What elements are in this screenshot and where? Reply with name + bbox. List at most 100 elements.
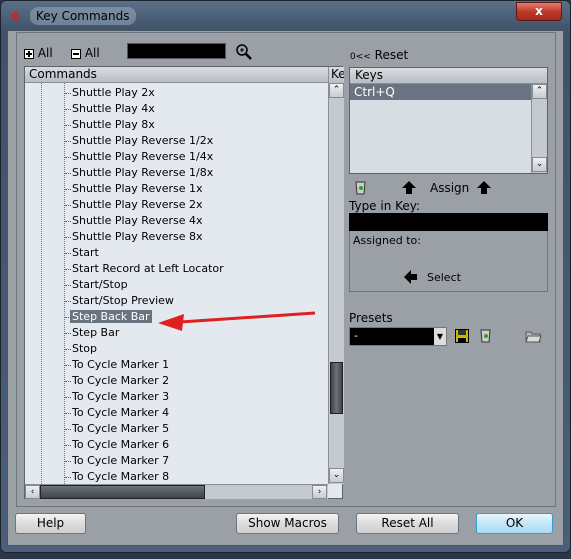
commands-tree[interactable]: Commands Key Shuttle Play 2x Shuttle Play… [24, 66, 344, 499]
list-item[interactable]: Start Record at Left Locator [65, 261, 224, 277]
horizontal-scrollbar[interactable]: ‹ › [25, 484, 328, 499]
list-item-label: Shuttle Play Reverse 1/4x [72, 150, 214, 163]
presets-label: Presets [349, 311, 393, 325]
scroll-left-button[interactable]: ‹ [25, 485, 40, 499]
list-item-label: Start/Stop [72, 278, 128, 291]
assigned-to-label: Assigned to: [353, 234, 421, 247]
trash-icon[interactable] [354, 180, 367, 195]
list-item[interactable]: To Cycle Marker 3 [64, 389, 170, 405]
help-button[interactable]: Help [15, 513, 86, 534]
close-button[interactable]: x [516, 2, 562, 21]
list-item[interactable]: Shuttle Play Reverse 2x [65, 197, 203, 213]
keys-scroll-down[interactable]: ⌄ [532, 157, 547, 172]
list-item[interactable]: To Cycle Marker 7 [64, 453, 170, 469]
key-item[interactable]: Ctrl+Q [350, 84, 531, 100]
list-item-label: To Cycle Marker 5 [72, 422, 170, 435]
list-item[interactable]: To Cycle Marker 8 [64, 469, 170, 485]
show-macros-button[interactable]: Show Macros [236, 513, 339, 534]
list-item-label: Shuttle Play 4x [72, 102, 155, 115]
minus-icon [71, 48, 81, 59]
scroll-down-button[interactable]: ⌄ [329, 468, 344, 483]
keys-header: Keys [350, 68, 547, 84]
ok-button[interactable]: OK [476, 513, 553, 534]
reset-button[interactable]: 0<< Reset [350, 48, 408, 62]
list-item-label: Shuttle Play 8x [72, 118, 155, 131]
list-item[interactable]: To Cycle Marker 2 [64, 373, 170, 389]
list-item[interactable]: Start/Stop [65, 277, 128, 293]
vertical-scroll-thumb[interactable] [330, 362, 343, 414]
keys-scrollbar[interactable]: ⌃ ⌄ [531, 84, 547, 173]
list-item[interactable]: Step Bar [64, 325, 120, 341]
delete-preset-icon[interactable] [479, 328, 492, 343]
list-item[interactable]: To Cycle Marker 1 [64, 357, 170, 373]
list-item-label: Step Bar [72, 326, 120, 339]
expand-all-label: All [37, 46, 53, 60]
list-item-label: Shuttle Play Reverse 1/8x [72, 166, 214, 179]
list-item-label: To Cycle Marker 2 [72, 374, 170, 387]
scroll-up-button[interactable]: ⌃ [329, 83, 344, 98]
list-item-label: To Cycle Marker 3 [72, 390, 170, 403]
collapse-all-label: All [84, 46, 100, 60]
list-item[interactable]: Start [65, 245, 99, 261]
list-item[interactable]: Step Back Bar [65, 309, 152, 325]
type-in-key-label: Type in Key: [349, 199, 421, 213]
list-item[interactable]: Shuttle Play Reverse 1/4x [64, 149, 214, 165]
list-item-label: To Cycle Marker 4 [72, 406, 170, 419]
select-left-arrow-icon[interactable] [404, 270, 417, 284]
list-item-label: Shuttle Play Reverse 4x [72, 214, 203, 227]
expand-all-button[interactable]: All [24, 46, 53, 60]
chevron-down-icon[interactable]: ▼ [434, 328, 446, 345]
keys-list[interactable]: Keys Ctrl+Q ⌃ ⌄ [349, 67, 548, 174]
list-item[interactable]: Shuttle Play 4x [65, 101, 155, 117]
list-item-label: To Cycle Marker 6 [72, 438, 170, 451]
list-item[interactable]: Stop [64, 341, 98, 357]
cubase-logo-icon [10, 10, 20, 22]
reset-label: Reset [374, 48, 409, 62]
select-button[interactable]: Select [427, 271, 461, 284]
type-in-key-input[interactable] [349, 213, 548, 231]
presets-value: - [354, 329, 358, 342]
list-item[interactable]: Shuttle Play Reverse 1/8x [64, 165, 214, 181]
list-item[interactable]: Shuttle Play Reverse 1x [65, 181, 203, 197]
search-input[interactable] [127, 43, 226, 59]
list-item-label: To Cycle Marker 1 [72, 358, 170, 371]
list-item-label: To Cycle Marker 7 [72, 454, 170, 467]
save-icon[interactable] [455, 329, 469, 343]
annotation-arrow [158, 311, 316, 331]
assign-up-arrow-icon[interactable] [477, 181, 491, 194]
reset-icon: 0<< [350, 52, 371, 62]
keys-scroll-up[interactable]: ⌃ [532, 84, 547, 99]
horizontal-scroll-thumb[interactable] [40, 485, 205, 499]
list-item-label: Shuttle Play Reverse 8x [72, 230, 203, 243]
list-item[interactable]: To Cycle Marker 6 [64, 437, 170, 453]
list-item-label: Shuttle Play Reverse 1/2x [72, 134, 214, 147]
list-item[interactable]: To Cycle Marker 4 [64, 405, 170, 421]
presets-dropdown[interactable]: - ▼ [349, 327, 447, 346]
list-item-label: Stop [72, 342, 98, 355]
assign-button[interactable]: Assign [430, 181, 469, 195]
list-item[interactable]: To Cycle Marker 5 [64, 421, 170, 437]
list-item-label: Start [72, 246, 99, 259]
plus-icon [24, 48, 34, 59]
vertical-scrollbar[interactable]: ⌃ ⌄ [328, 83, 344, 484]
list-item[interactable]: Shuttle Play Reverse 4x [65, 213, 203, 229]
list-item-label: Shuttle Play Reverse 1x [72, 182, 203, 195]
list-item-label: Shuttle Play Reverse 2x [72, 198, 203, 211]
assign-up-arrow-icon[interactable] [402, 181, 416, 194]
column-header-commands[interactable]: Commands [25, 67, 328, 83]
list-item[interactable]: Shuttle Play 2x [65, 85, 155, 101]
list-item[interactable]: Shuttle Play Reverse 1/2x [64, 133, 214, 149]
tree-guide [41, 83, 42, 484]
window-title: Key Commands [30, 7, 136, 25]
list-item-label: Shuttle Play 2x [72, 86, 155, 99]
search-icon[interactable] [235, 43, 252, 60]
scroll-right-button[interactable]: › [312, 485, 327, 499]
list-item[interactable]: Shuttle Play Reverse 8x [65, 229, 203, 245]
tree-guide [64, 83, 65, 484]
list-item[interactable]: Shuttle Play 8x [65, 117, 155, 133]
list-item-label: To Cycle Marker 8 [72, 470, 170, 483]
column-header-keys[interactable]: Key [328, 67, 344, 83]
reset-all-button[interactable]: Reset All [356, 513, 459, 534]
collapse-all-button[interactable]: All [71, 46, 100, 60]
open-folder-icon[interactable] [525, 329, 542, 343]
